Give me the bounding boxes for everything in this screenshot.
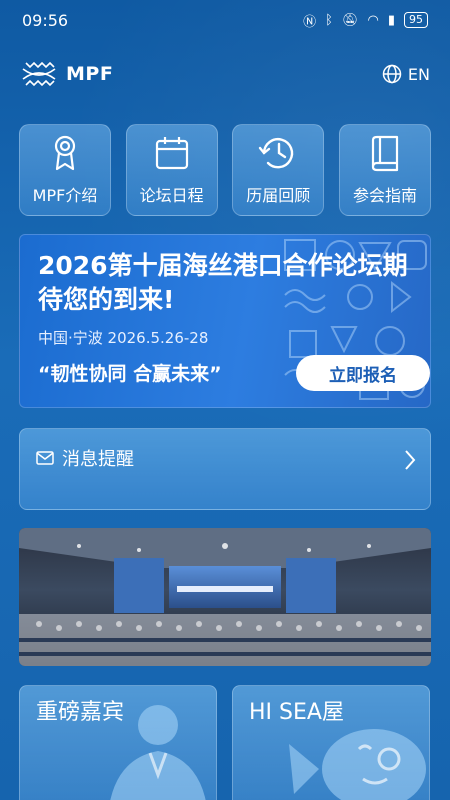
battery-icon: 95 (404, 12, 428, 28)
chevron-right-icon (405, 450, 416, 470)
message-reminder-header: 消息提醒 (36, 445, 134, 471)
nav-attendance-guide[interactable]: 参会指南 (338, 124, 431, 216)
wifi-icon: ◠ (367, 12, 379, 28)
nav-forum-schedule[interactable]: 论坛日程 (125, 124, 218, 216)
nav-mpf-intro[interactable]: MPF介绍 (19, 124, 111, 216)
language-switch[interactable]: EN (382, 64, 430, 84)
quick-nav: MPF介绍 论坛日程 历届回顾 参会指南 (19, 124, 431, 216)
guest-silhouette-graphic (110, 705, 206, 800)
mail-icon (36, 451, 54, 465)
nav-history-review[interactable]: 历届回顾 (232, 124, 325, 216)
status-time: 09:56 (22, 10, 69, 30)
message-reminder-card[interactable]: 消息提醒 (19, 428, 431, 510)
message-reminder-title: 消息提醒 (62, 449, 134, 470)
logo-text: MPF (66, 63, 114, 85)
event-banner[interactable]: 2026第十届海丝港口合作论坛期待您的到来! 中国·宁波 2026.5.26-2… (19, 234, 431, 408)
globe-icon (382, 64, 402, 84)
featured-guests-card[interactable]: 重磅嘉宾 (19, 685, 217, 800)
conference-hall-image (19, 528, 431, 666)
mpf-logo-icon (22, 61, 56, 87)
sim-icon: ▮ (387, 12, 395, 28)
nav-label: MPF介绍 (32, 186, 98, 205)
status-icons: Ⓝ ᛒ 🔕︎ ◠ ▮ 95 (303, 11, 428, 30)
history-icon (259, 138, 294, 169)
language-label: EN (407, 64, 430, 84)
conference-photo[interactable] (19, 528, 431, 666)
mute-icon: 🔕︎ (341, 12, 359, 28)
nfc-icon: Ⓝ (303, 14, 317, 30)
nav-label: 历届回顾 (246, 186, 311, 205)
bluetooth-icon: ᛒ (325, 12, 333, 28)
status-bar: 09:56 Ⓝ ᛒ 🔕︎ ◠ ▮ 95 (0, 0, 450, 40)
nav-label: 参会指南 (352, 186, 417, 205)
book-icon (371, 135, 399, 172)
app-header: MPF EN (20, 52, 430, 96)
award-icon (54, 135, 76, 171)
banner-title: 2026第十届海丝港口合作论坛期待您的到来! (38, 251, 408, 314)
banner-location-date: 中国·宁波 2026.5.26-28 (38, 329, 209, 347)
calendar-icon (155, 137, 188, 170)
logo[interactable]: MPF (20, 55, 113, 93)
nav-label: 论坛日程 (139, 186, 204, 205)
hi-sea-house-card[interactable]: HI SEA屋 (232, 685, 430, 800)
register-button[interactable]: 立即报名 (296, 355, 430, 391)
banner-slogan: “韧性协同 合赢未来” (38, 363, 222, 385)
mascot-graphic (289, 729, 426, 800)
